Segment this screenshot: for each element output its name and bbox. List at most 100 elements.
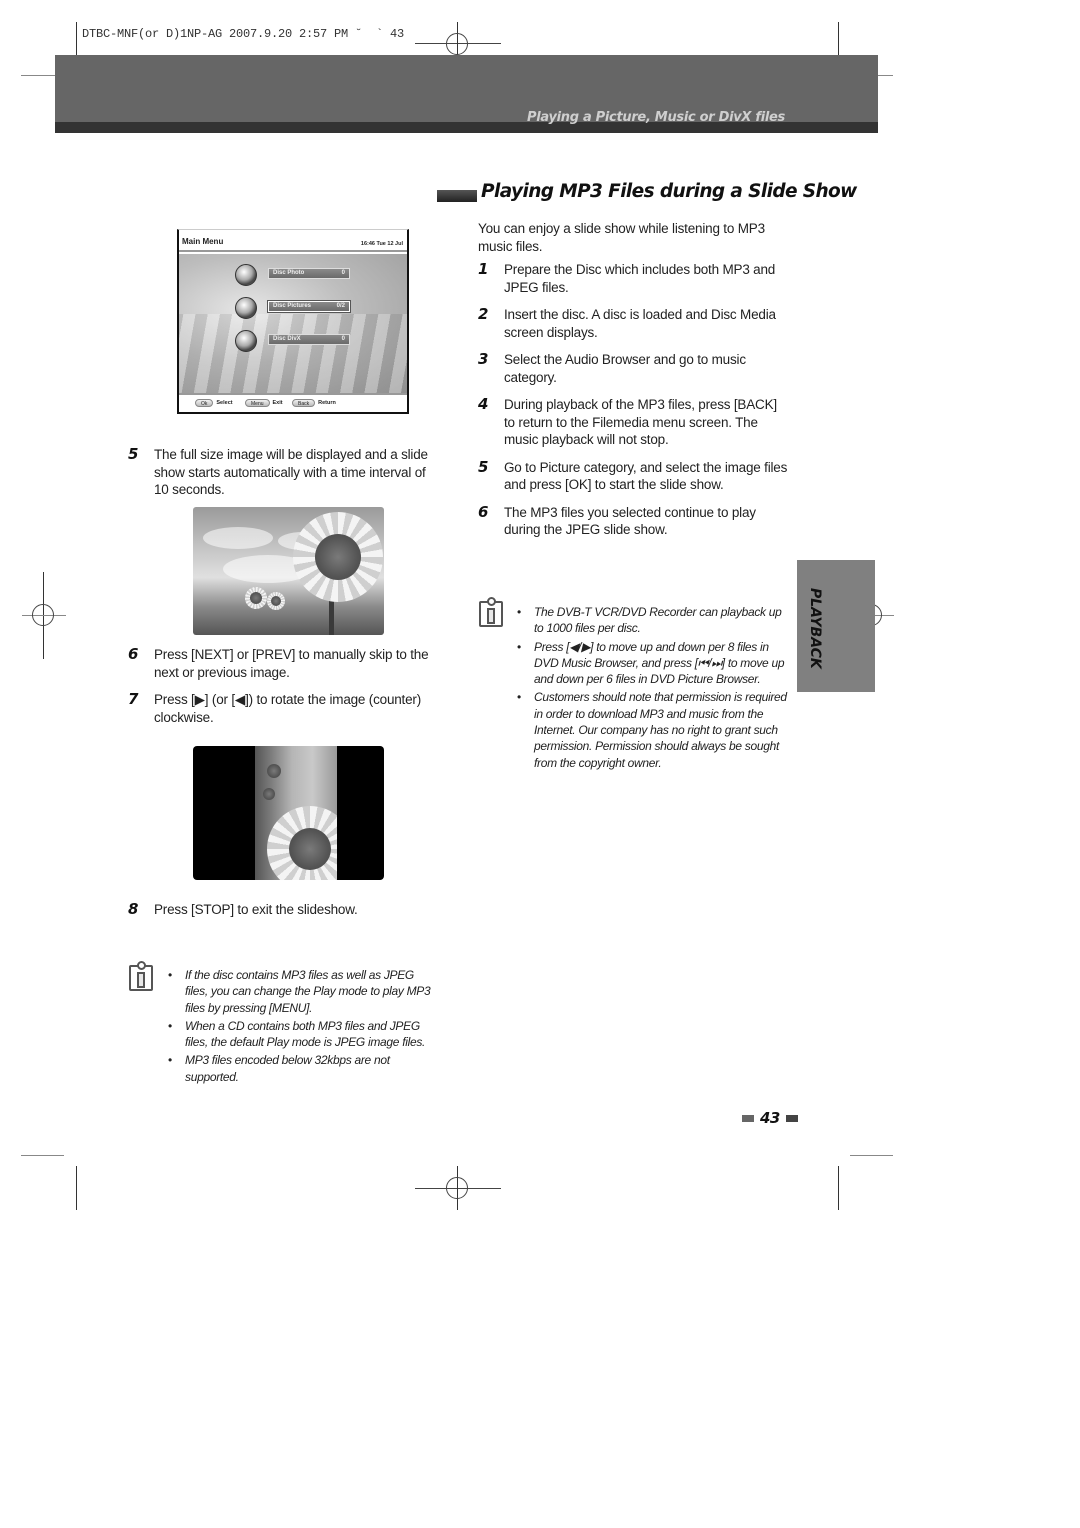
note-item: Press [◀/▶] to move up and down per 8 fi… — [512, 639, 787, 688]
menu-item-disc-pictures: Disc Pictures 0/2 — [235, 297, 351, 319]
intro-paragraph: You can enjoy a slide show while listeni… — [478, 221, 765, 254]
left-step-group: 8 Press [STOP] to exit the slideshow. — [128, 900, 438, 919]
menu-item-disc-photo: Disc Photo 0 — [235, 264, 351, 286]
info-note-icon — [129, 961, 155, 991]
step-text: Prepare the Disc which includes both MP3… — [504, 262, 776, 295]
sunflower-center — [315, 534, 361, 580]
small-sunflower-center — [267, 764, 281, 778]
left-step-group: 6 Press [NEXT] or [PREV] to manually ski… — [128, 645, 438, 726]
key-label: Select — [216, 400, 233, 406]
chapter-side-tab: PLAYBACK — [797, 560, 875, 692]
small-sunflower-center — [271, 596, 281, 606]
step-item: 8 Press [STOP] to exit the slideshow. — [128, 900, 438, 919]
step-text: Select the Audio Browser and go to music… — [504, 352, 746, 385]
menu-item-label: Disc Pictures — [273, 303, 312, 309]
step-text: Press [STOP] to exit the slideshow. — [154, 902, 358, 917]
menu-body: Disc Photo 0 Disc Pictures 0/2 Disc DivX… — [179, 254, 407, 394]
footer-key-back: Back Return — [292, 399, 336, 407]
footer-key-menu: Menu Exit — [245, 399, 283, 407]
key-label: Exit — [272, 400, 283, 406]
section-body: You can enjoy a slide show while listeni… — [478, 220, 788, 539]
step-number: 1 — [478, 260, 489, 278]
menu-button: Disc DivX 0 — [268, 334, 350, 345]
chapter-title: Playing a Picture, Music or DivX files — [526, 110, 785, 125]
step-item: 5 The full size image will be displayed … — [128, 445, 438, 499]
crop-mark — [21, 1155, 64, 1156]
page-number-text: 43 — [760, 1109, 780, 1127]
crop-mark — [850, 1155, 893, 1156]
step-item: 7 Press [▶] (or [◀]) to rotate the image… — [128, 690, 438, 726]
step-text: The full size image will be displayed an… — [154, 447, 428, 497]
menu-header: Main Menu 16:46 Tue 12 Jul — [179, 230, 407, 252]
step-number: 2 — [478, 305, 489, 323]
step-number: 6 — [128, 645, 139, 663]
menu-button: Disc Photo 0 — [268, 268, 350, 279]
menu-item-disc-divx: Disc DivX 0 — [235, 330, 351, 352]
note-item: When a CD contains both MP3 files and JP… — [163, 1018, 438, 1051]
section-title: Playing MP3 Files during a Slide Show — [481, 181, 857, 202]
menu-item-count: 0 — [341, 336, 345, 342]
registration-mark-icon — [446, 1177, 468, 1199]
left-step-group: 5 The full size image will be displayed … — [128, 445, 438, 499]
rotated-slideshow-photo — [193, 746, 384, 880]
step-number: 5 — [128, 445, 139, 463]
step-item: 1 Prepare the Disc which includes both M… — [478, 260, 788, 296]
step-text: Go to Picture category, and select the i… — [504, 459, 788, 493]
step-text: Press [NEXT] or [PREV] to manually skip … — [154, 647, 429, 680]
info-note-icon — [479, 597, 505, 627]
crop-mark — [838, 1166, 839, 1210]
step-item: 6 The MP3 files you selected continue to… — [478, 502, 788, 539]
step-item: 5 Go to Picture category, and select the… — [478, 457, 788, 494]
menu-item-count: 0/2 — [336, 303, 345, 309]
photo-disc-icon — [235, 264, 257, 286]
page-number-decoration — [742, 1114, 754, 1122]
step-item: 2 Insert the disc. A disc is loaded and … — [478, 305, 788, 341]
slideshow-photo — [193, 507, 384, 635]
step-number: 5 — [478, 457, 489, 476]
page-number: 43 — [742, 1109, 798, 1127]
rotated-image — [255, 746, 337, 880]
menu-clock: 16:46 Tue 12 Jul — [360, 241, 403, 247]
menu-item-label: Disc DivX — [273, 336, 301, 342]
menu-item-label: Disc Photo — [273, 270, 305, 276]
step-item: 3 Select the Audio Browser and go to mus… — [478, 350, 788, 386]
step-item: 4 During playback of the MP3 files, pres… — [478, 395, 788, 449]
note-item: Customers should note that permission is… — [512, 689, 787, 770]
step-text: The MP3 files you selected continue to p… — [504, 504, 756, 538]
keycap: Back — [292, 399, 316, 407]
picture-disc-icon — [235, 297, 257, 319]
note-list: The DVB-T VCR/DVD Recorder can playback … — [512, 604, 787, 773]
step-text: During playback of the MP3 files, press … — [504, 397, 777, 447]
menu-footer: Ok Select Menu Exit Back Return — [179, 393, 407, 412]
menu-title: Main Menu — [182, 237, 224, 246]
registration-mark-icon — [446, 33, 468, 55]
registration-mark-icon — [32, 604, 54, 626]
crop-mark — [76, 1166, 77, 1210]
keycap: Menu — [245, 399, 270, 407]
section-heading-bar — [437, 190, 477, 202]
step-number: 7 — [128, 690, 139, 708]
note-list: If the disc contains MP3 files as well a… — [163, 967, 438, 1087]
keycap: Ok — [195, 399, 214, 407]
note-item: MP3 files encoded below 32kbps are not s… — [163, 1052, 438, 1085]
page-number-decoration — [785, 1114, 798, 1122]
note-item: If the disc contains MP3 files as well a… — [163, 967, 438, 1016]
step-number: 4 — [478, 395, 489, 413]
cloud — [203, 527, 273, 549]
side-tab-label: PLAYBACK — [807, 588, 823, 669]
footer-key-ok: Ok Select — [195, 399, 233, 407]
step-number: 8 — [128, 900, 139, 918]
step-number: 3 — [478, 350, 489, 368]
step-text: Press [▶] (or [◀]) to rotate the image (… — [154, 692, 422, 725]
chapter-header: Playing a Picture, Music or DivX files — [55, 55, 878, 133]
step-number: 6 — [478, 502, 489, 521]
menu-item-count: 0 — [341, 270, 345, 276]
step-text: Insert the disc. A disc is loaded and Di… — [504, 307, 776, 340]
sunflower-center — [289, 828, 331, 870]
print-slug: DTBC-MNF(or D)1NP-AG 2007.9.20 2:57 PM ˘… — [82, 27, 405, 41]
menu-button-selected: Disc Pictures 0/2 — [268, 301, 350, 312]
note-item: The DVB-T VCR/DVD Recorder can playback … — [512, 604, 787, 637]
main-menu-screenshot: Main Menu 16:46 Tue 12 Jul Disc Photo 0 … — [177, 229, 409, 414]
small-sunflower-center — [250, 592, 262, 604]
key-label: Return — [318, 400, 336, 406]
